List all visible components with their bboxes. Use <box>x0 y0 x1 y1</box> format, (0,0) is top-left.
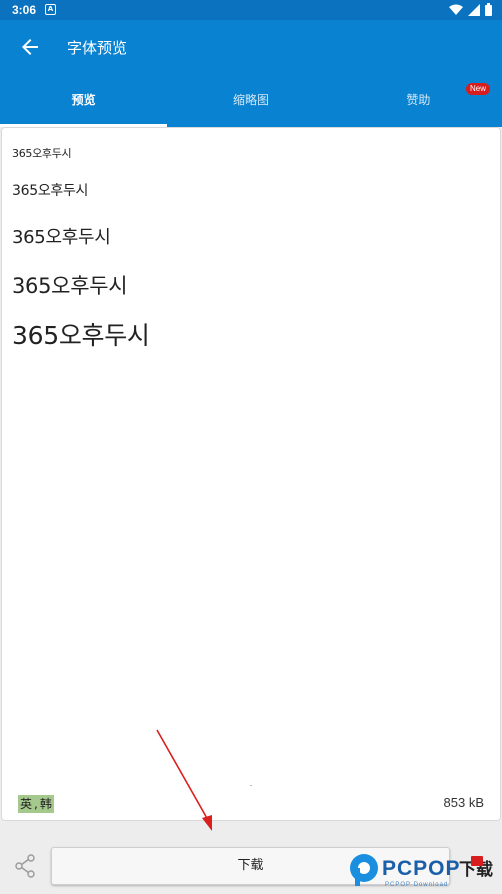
new-badge: New <box>465 83 490 95</box>
status-icons <box>449 3 492 16</box>
tab-sponsor[interactable]: 赞助 New <box>335 74 502 127</box>
page-title: 字体预览 <box>67 39 128 57</box>
preview-sample-3: 365오후두시 <box>12 227 111 248</box>
preview-sample-5: 365오후두시 <box>12 321 150 350</box>
status-app-icon: A <box>45 4 56 15</box>
battery-icon <box>485 3 492 16</box>
preview-sample-1: 365오후두시 <box>12 147 72 160</box>
tab-preview-label: 预览 <box>71 93 96 107</box>
status-time: 3:06 <box>12 3 37 17</box>
language-tags: 英 , 韩 <box>18 795 54 813</box>
file-size: 853 kB <box>443 795 484 810</box>
font-preview-card: 365오후두시 365오후두시 365오후두시 365오후두시 365오후두시 … <box>1 127 501 821</box>
pcpop-watermark-logo: PCPOP 下载 PCPOP Download <box>350 854 493 888</box>
cellular-signal-icon <box>468 3 480 16</box>
language-tag-english: 英 <box>18 795 35 813</box>
tab-sponsor-label: 赞助 <box>406 93 431 107</box>
tab-bar: 预览 缩略图 赞助 New <box>0 74 502 127</box>
tab-thumbnail[interactable]: 缩略图 <box>167 74 334 127</box>
status-bar: 3:06 A <box>0 0 502 20</box>
preview-sample-4: 365오후두시 <box>12 274 128 298</box>
language-tag-korean: 韩 <box>37 795 54 813</box>
wifi-icon <box>449 4 463 15</box>
tab-preview[interactable]: 预览 <box>0 74 168 127</box>
tab-thumbnail-label: 缩略图 <box>232 93 269 107</box>
arrow-back-icon[interactable] <box>18 35 42 59</box>
share-icon[interactable] <box>14 854 36 878</box>
divider-dot <box>250 785 252 786</box>
preview-sample-2: 365오후두시 <box>12 183 89 199</box>
watermark-sub: PCPOP Download <box>385 882 448 888</box>
app-bar: 字体预览 <box>0 20 502 74</box>
watermark-brand: PCPOP <box>382 857 461 880</box>
